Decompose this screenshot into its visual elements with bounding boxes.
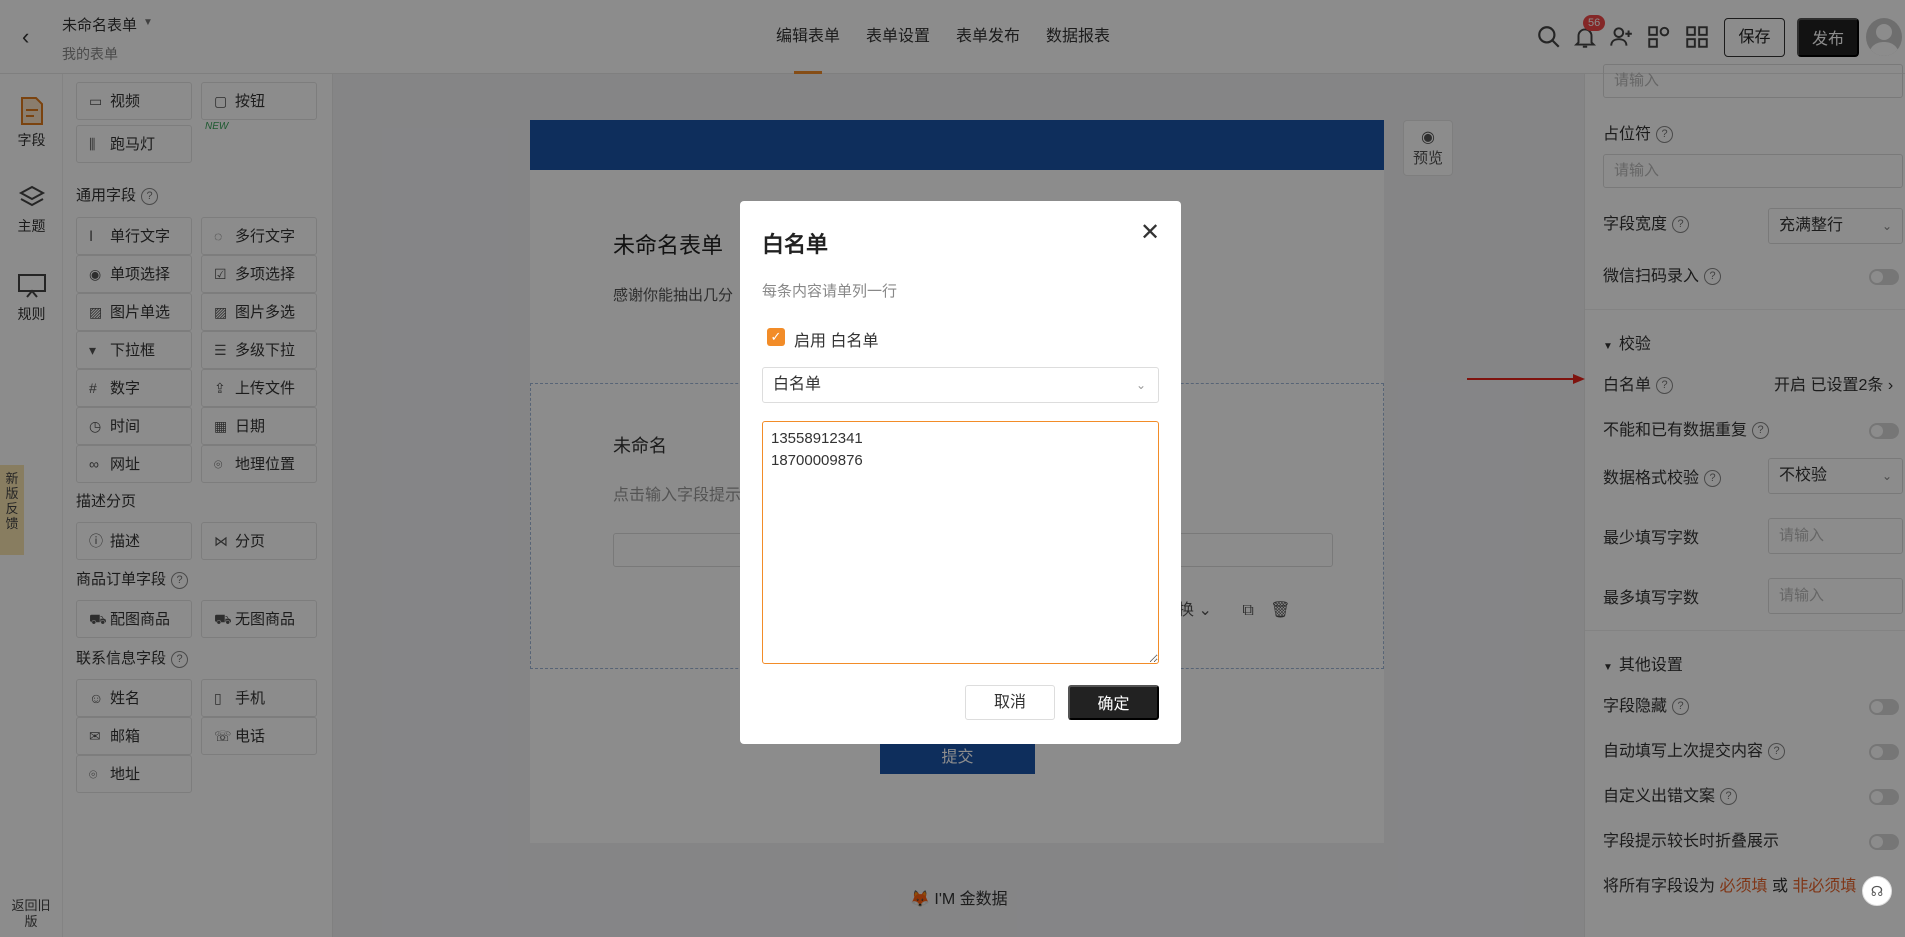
whitelist-dialog: 白名单 ✕ 每条内容请单列一行 ✓ 启用 白名单 白名单⌄ 取消 确定 bbox=[740, 201, 1181, 744]
cancel-button[interactable]: 取消 bbox=[965, 685, 1055, 720]
dialog-title: 白名单 bbox=[762, 232, 829, 257]
enable-whitelist-label[interactable]: 启用 白名单 bbox=[794, 327, 878, 351]
enable-whitelist-checkbox[interactable]: ✓ bbox=[767, 328, 785, 346]
whitelist-type-select[interactable]: 白名单 ⌄ bbox=[762, 367, 1159, 403]
confirm-button[interactable]: 确定 bbox=[1068, 685, 1159, 720]
dialog-hint: 每条内容请单列一行 bbox=[762, 283, 898, 300]
whitelist-textarea[interactable] bbox=[762, 421, 1159, 664]
chevron-down-icon: ⌄ bbox=[1135, 378, 1146, 392]
close-icon[interactable]: ✕ bbox=[1138, 221, 1162, 245]
headset-help-icon[interactable]: ☊ bbox=[1862, 876, 1892, 906]
